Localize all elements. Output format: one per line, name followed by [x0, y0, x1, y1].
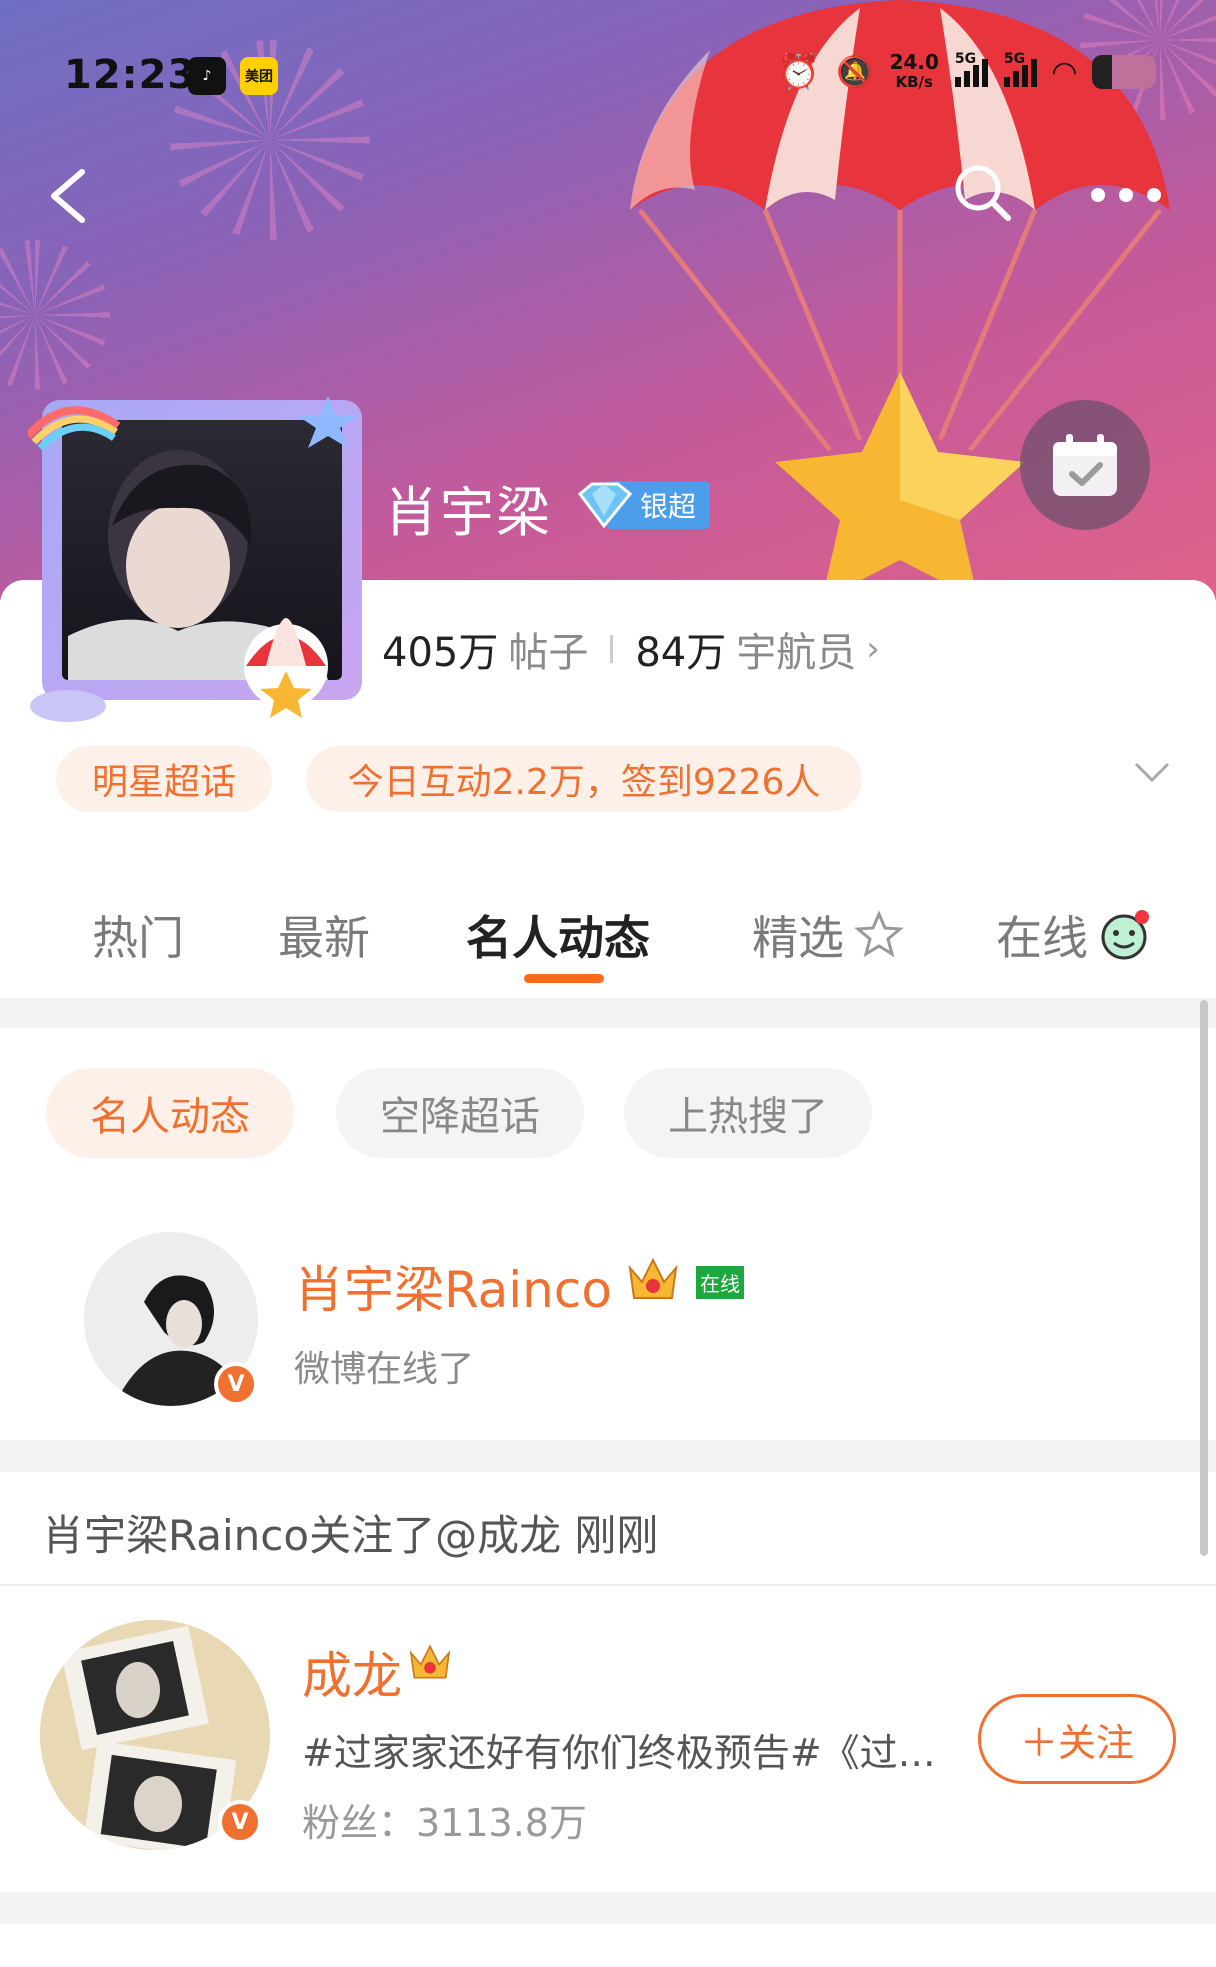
posts-label: 帖子 — [508, 630, 589, 676]
signal-icon: 5G — [954, 51, 988, 87]
chevron-right-icon: › — [866, 629, 880, 669]
tab-featured[interactable]: 精选 — [752, 902, 904, 968]
checkin-button[interactable] — [1020, 400, 1150, 530]
chip-airdrop-topic[interactable]: 空降超话 — [336, 1068, 584, 1158]
meituan-badge: 美团 — [240, 57, 278, 95]
tab-celebrity-updates[interactable]: 名人动态 — [466, 902, 650, 968]
smiley-icon — [1101, 910, 1149, 960]
wifi-icon: ◠ — [1052, 54, 1076, 90]
activity-pill[interactable]: 今日互动2.2万，签到9226人 — [306, 746, 862, 812]
active-tab-indicator — [524, 974, 604, 983]
members-count: 84万 — [635, 630, 727, 676]
chevron-down-icon[interactable] — [1132, 760, 1172, 784]
calendar-check-icon — [1053, 434, 1117, 496]
tab-online[interactable]: 在线 — [996, 902, 1150, 968]
verified-badge: V — [218, 1800, 262, 1844]
tiktok-icon: ♪ — [188, 57, 226, 95]
signal-icon: 5G — [1003, 51, 1037, 87]
diamond-icon — [577, 482, 633, 529]
crown-icon — [409, 1644, 451, 1679]
posts-count: 405万 — [382, 630, 499, 676]
category-pill[interactable]: 明星超话 — [56, 746, 272, 812]
more-dots-icon[interactable] — [1088, 180, 1164, 210]
next-feed-item — [0, 1924, 1216, 1967]
chip-hot-search[interactable]: 上热搜了 — [624, 1068, 872, 1158]
network-speed: 24.0 KB/s — [889, 50, 939, 91]
star-outline-icon — [854, 910, 904, 958]
celebrity-name[interactable]: 肖宇梁Rainco — [294, 1250, 612, 1322]
battery-icon — [1092, 55, 1156, 89]
alarm-icon: ⏰ — [777, 52, 821, 92]
bell-off-icon: 🔕 — [836, 54, 874, 90]
follow-button[interactable]: ＋关注 — [978, 1694, 1176, 1784]
user-name[interactable]: 成龙 — [302, 1636, 402, 1708]
tier-badge[interactable]: 银超 — [574, 480, 711, 530]
tab-hot[interactable]: 热门 — [92, 902, 184, 968]
firework-decoration — [0, 240, 110, 390]
status-time: 12:23 — [64, 52, 197, 98]
topic-avatar[interactable] — [28, 396, 376, 724]
online-tag: 在线 — [696, 1266, 744, 1299]
tab-bar: 热门 最新 名人动态 精选 在线 — [0, 880, 1216, 996]
members-label: 宇航员 — [736, 630, 857, 676]
tab-latest[interactable]: 最新 — [278, 902, 370, 968]
status-icons: ⏰ 🔕 24.0 KB/s 5G 5G ◠ — [777, 50, 1156, 92]
topic-name: 肖宇梁 — [384, 481, 552, 544]
back-icon[interactable] — [44, 166, 92, 226]
celebrity-status: 微博在线了 — [294, 1349, 475, 1390]
scrollbar[interactable] — [1200, 1000, 1208, 1556]
status-bar: 12:23 ♪ 美团 ⏰ 🔕 24.0 KB/s 5G 5G ◠ — [0, 0, 1216, 150]
chip-celebrity-updates[interactable]: 名人动态 — [46, 1068, 294, 1158]
activity-notice[interactable]: 肖宇梁Rainco关注了@成龙 刚刚 — [42, 1502, 658, 1563]
user-fans: 粉丝：3113.8万 — [302, 1801, 587, 1845]
search-icon[interactable] — [952, 162, 1012, 222]
verified-badge: V — [214, 1362, 258, 1406]
user-description: #过家家还好有你们终极预告#《过… — [302, 1731, 936, 1775]
stats-divider — [610, 635, 614, 663]
crown-icon — [628, 1257, 678, 1299]
divider — [0, 1584, 1216, 1586]
topic-stats[interactable]: 405万 帖子 84万 宇航员 › — [382, 620, 880, 678]
